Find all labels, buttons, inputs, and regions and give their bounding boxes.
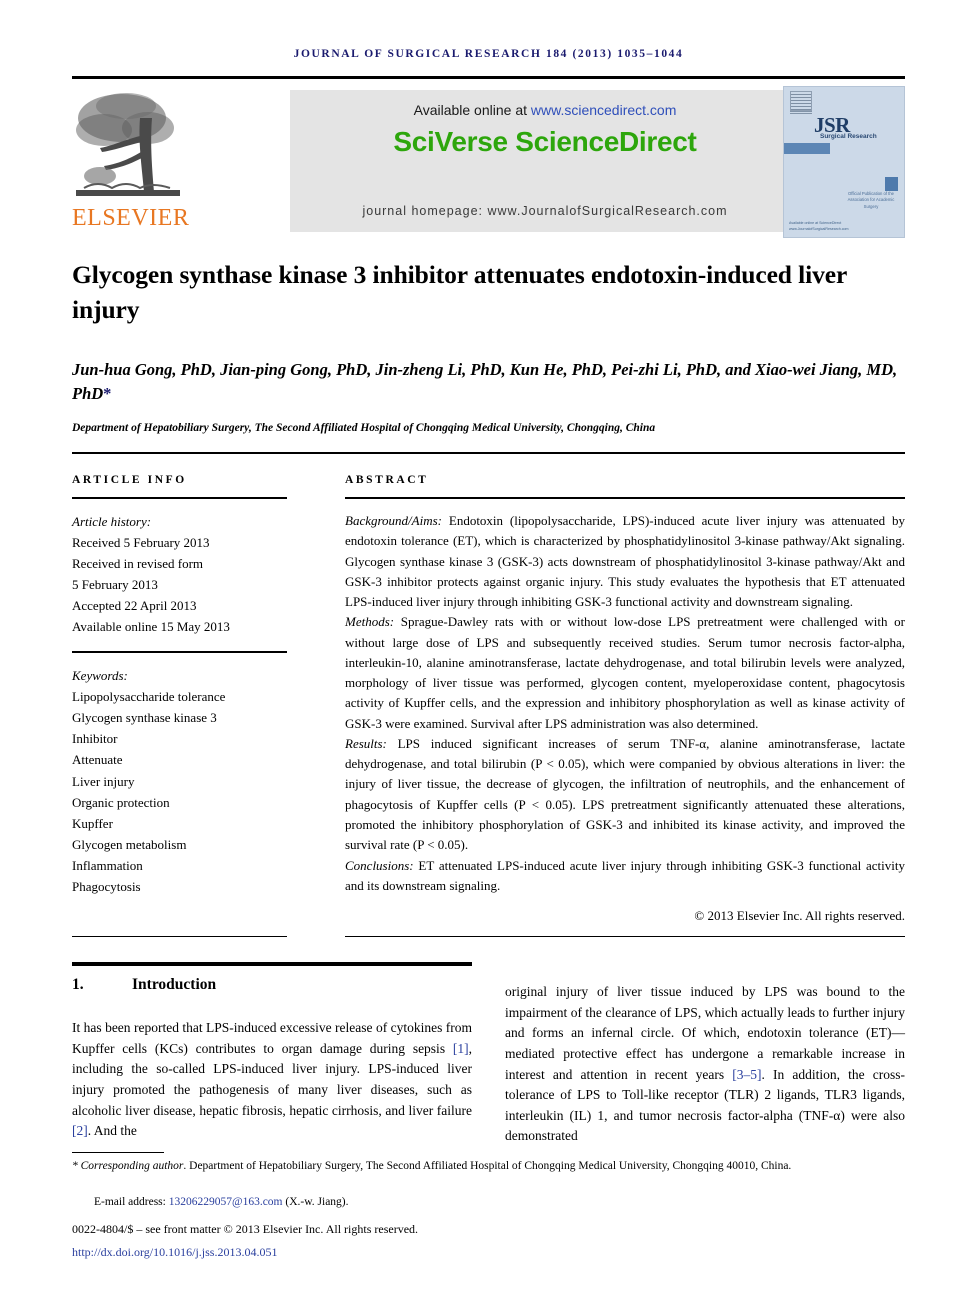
abstract-results-text: LPS induced significant increases of ser… (345, 735, 905, 853)
masthead: ELSEVIER Available online at www.science… (72, 86, 905, 238)
available-online-prefix: Available online at (413, 102, 531, 118)
corr-label: Corresponding author (80, 1160, 184, 1172)
article-info-rule (72, 497, 287, 499)
abstract-column: ABSTRACT Background/Aims: Endotoxin (lip… (345, 474, 905, 926)
abstract-body: Background/Aims: Endotoxin (lipopolysacc… (345, 511, 905, 926)
section-title: Introduction (132, 976, 217, 993)
corresponding-author-marker: * (103, 384, 112, 404)
issn-copyright-line: 0022-4804/$ – see front matter © 2013 El… (72, 1222, 419, 1236)
article-info-end-rule (72, 936, 287, 937)
keywords-label: Keywords: (72, 668, 128, 684)
cover-subtitle: Surgical Research (820, 133, 877, 140)
citation-ref-1[interactable]: [1] (453, 1041, 469, 1056)
article-info-heading: ARTICLE INFO (72, 474, 187, 486)
article-history-block: Article history: Received 5 February 201… (72, 511, 287, 637)
introduction-left-column: It has been reported that LPS-induced ex… (72, 1018, 472, 1142)
keyword-item: Lipopolysaccharide tolerance (72, 689, 226, 705)
affiliation: Department of Hepatobiliary Surgery, The… (72, 422, 656, 434)
article-info-column: ARTICLE INFO Article history: Received 5… (72, 474, 287, 897)
intro-text-part-1: It has been reported that LPS-induced ex… (72, 1020, 472, 1056)
journal-cover-thumbnail: JSR Surgical Research Official Publicati… (783, 86, 905, 238)
introduction-right-column: original injury of liver tissue induced … (505, 982, 905, 1147)
email-line: E-mail address: 13206229057@163.com (X.-… (72, 1196, 905, 1208)
cover-accent-bar-left (784, 143, 830, 154)
history-item: Received 5 February 2013 (72, 535, 210, 551)
citation-ref-2[interactable]: [2] (72, 1123, 88, 1138)
keyword-item: Inflammation (72, 857, 143, 873)
cover-elsevier-mark-icon (790, 91, 812, 111)
tree-svg (76, 93, 180, 196)
abstract-results-paragraph: Results: LPS induced significant increas… (345, 734, 905, 856)
sciverse-sciencedirect-logo: SciVerse ScienceDirect (393, 126, 697, 157)
keyword-item: Organic protection (72, 794, 170, 810)
abstract-end-rule (345, 936, 905, 937)
footnote-rule (72, 1152, 164, 1153)
introduction-heading: 1. Introduction (72, 976, 472, 994)
abstract-heading: ABSTRACT (345, 474, 429, 486)
cover-official-note: Official Publication of the Association … (847, 191, 895, 209)
corr-star: * (72, 1160, 78, 1172)
history-item: Available online 15 May 2013 (72, 619, 230, 635)
copyright-line: © 2013 Elsevier Inc. All rights reserved… (694, 908, 905, 924)
keywords-block: Keywords: Lipopolysaccharide tolerance G… (72, 665, 287, 897)
article-page: JOURNAL OF SURGICAL RESEARCH 184 (2013) … (0, 0, 975, 1305)
history-item: Received in revised form (72, 556, 204, 572)
sciencedirect-url[interactable]: www.sciencedirect.com (531, 102, 677, 118)
keyword-item: Glycogen synthase kinase 3 (72, 710, 217, 726)
elsevier-wordmark: ELSEVIER (72, 205, 190, 231)
elsevier-tree-icon (74, 88, 182, 204)
citation-ref-3-5[interactable]: [3–5] (732, 1067, 761, 1082)
abstract-background-label: Background/Aims: (345, 513, 442, 528)
corr-text: . Department of Hepatobiliary Surgery, T… (183, 1160, 792, 1172)
keyword-item: Attenuate (72, 752, 123, 768)
article-history-label: Article history: (72, 514, 152, 529)
abstract-background-paragraph: Background/Aims: Endotoxin (lipopolysacc… (345, 511, 905, 612)
abstract-methods-label: Methods: (345, 614, 395, 630)
abstract-rule (345, 497, 905, 499)
history-item: Accepted 22 April 2013 (72, 598, 197, 614)
email-label: E-mail address: (94, 1196, 169, 1208)
corresponding-author-note: * Corresponding author. Department of He… (72, 1158, 905, 1175)
cover-bottom-note: Available online at ScienceDirect www.Jo… (789, 221, 849, 231)
keyword-item: Liver injury (72, 773, 135, 789)
abstract-conclusions-label: Conclusions: (345, 857, 414, 873)
keywords-rule (72, 651, 287, 654)
page-title: Glycogen synthase kinase 3 inhibitor att… (72, 260, 847, 324)
journal-homepage-line[interactable]: journal homepage: www.JournalofSurgicalR… (290, 204, 800, 218)
sciencedirect-banner: Available online at www.sciencedirect.co… (290, 90, 800, 232)
keyword-item: Kupffer (72, 815, 113, 831)
abstract-conclusions-text: ET attenuated LPS-induced acute liver in… (345, 857, 905, 893)
cover-accent-bar-right (885, 177, 898, 191)
author-list: Jun-hua Gong, PhD, Jian-ping Gong, PhD, … (72, 358, 910, 406)
abstract-methods-paragraph: Methods: Sprague-Dawley rats with or wit… (345, 612, 905, 734)
email-suffix: (X.-w. Jiang). (282, 1196, 349, 1208)
section-number: 1. (72, 976, 84, 993)
keyword-item: Glycogen metabolism (72, 836, 187, 852)
email-link[interactable]: 13206229057@163.com (169, 1196, 283, 1208)
abstract-results-label: Results: (345, 735, 387, 751)
affiliation-rule (72, 452, 905, 454)
elsevier-logo: ELSEVIER (72, 88, 190, 236)
keyword-item: Phagocytosis (72, 878, 141, 894)
intro-text-part-3: . And the (87, 1123, 137, 1139)
header-rule (72, 76, 905, 79)
doi-link[interactable]: http://dx.doi.org/10.1016/j.jss.2013.04.… (72, 1245, 905, 1260)
running-head: JOURNAL OF SURGICAL RESEARCH 184 (2013) … (293, 48, 684, 60)
abstract-conclusions-paragraph: Conclusions: ET attenuated LPS-induced a… (345, 856, 905, 897)
cover-mark-lines-icon (790, 111, 812, 114)
available-online-line: Available online at www.sciencedirect.co… (290, 102, 800, 118)
keyword-item: Inhibitor (72, 731, 118, 747)
history-item: 5 February 2013 (72, 577, 158, 593)
author-names: Jun-hua Gong, PhD, Jian-ping Gong, PhD, … (72, 360, 898, 404)
abstract-methods-text: Sprague-Dawley rats with or without low-… (345, 614, 905, 731)
introduction-rule (72, 962, 472, 966)
